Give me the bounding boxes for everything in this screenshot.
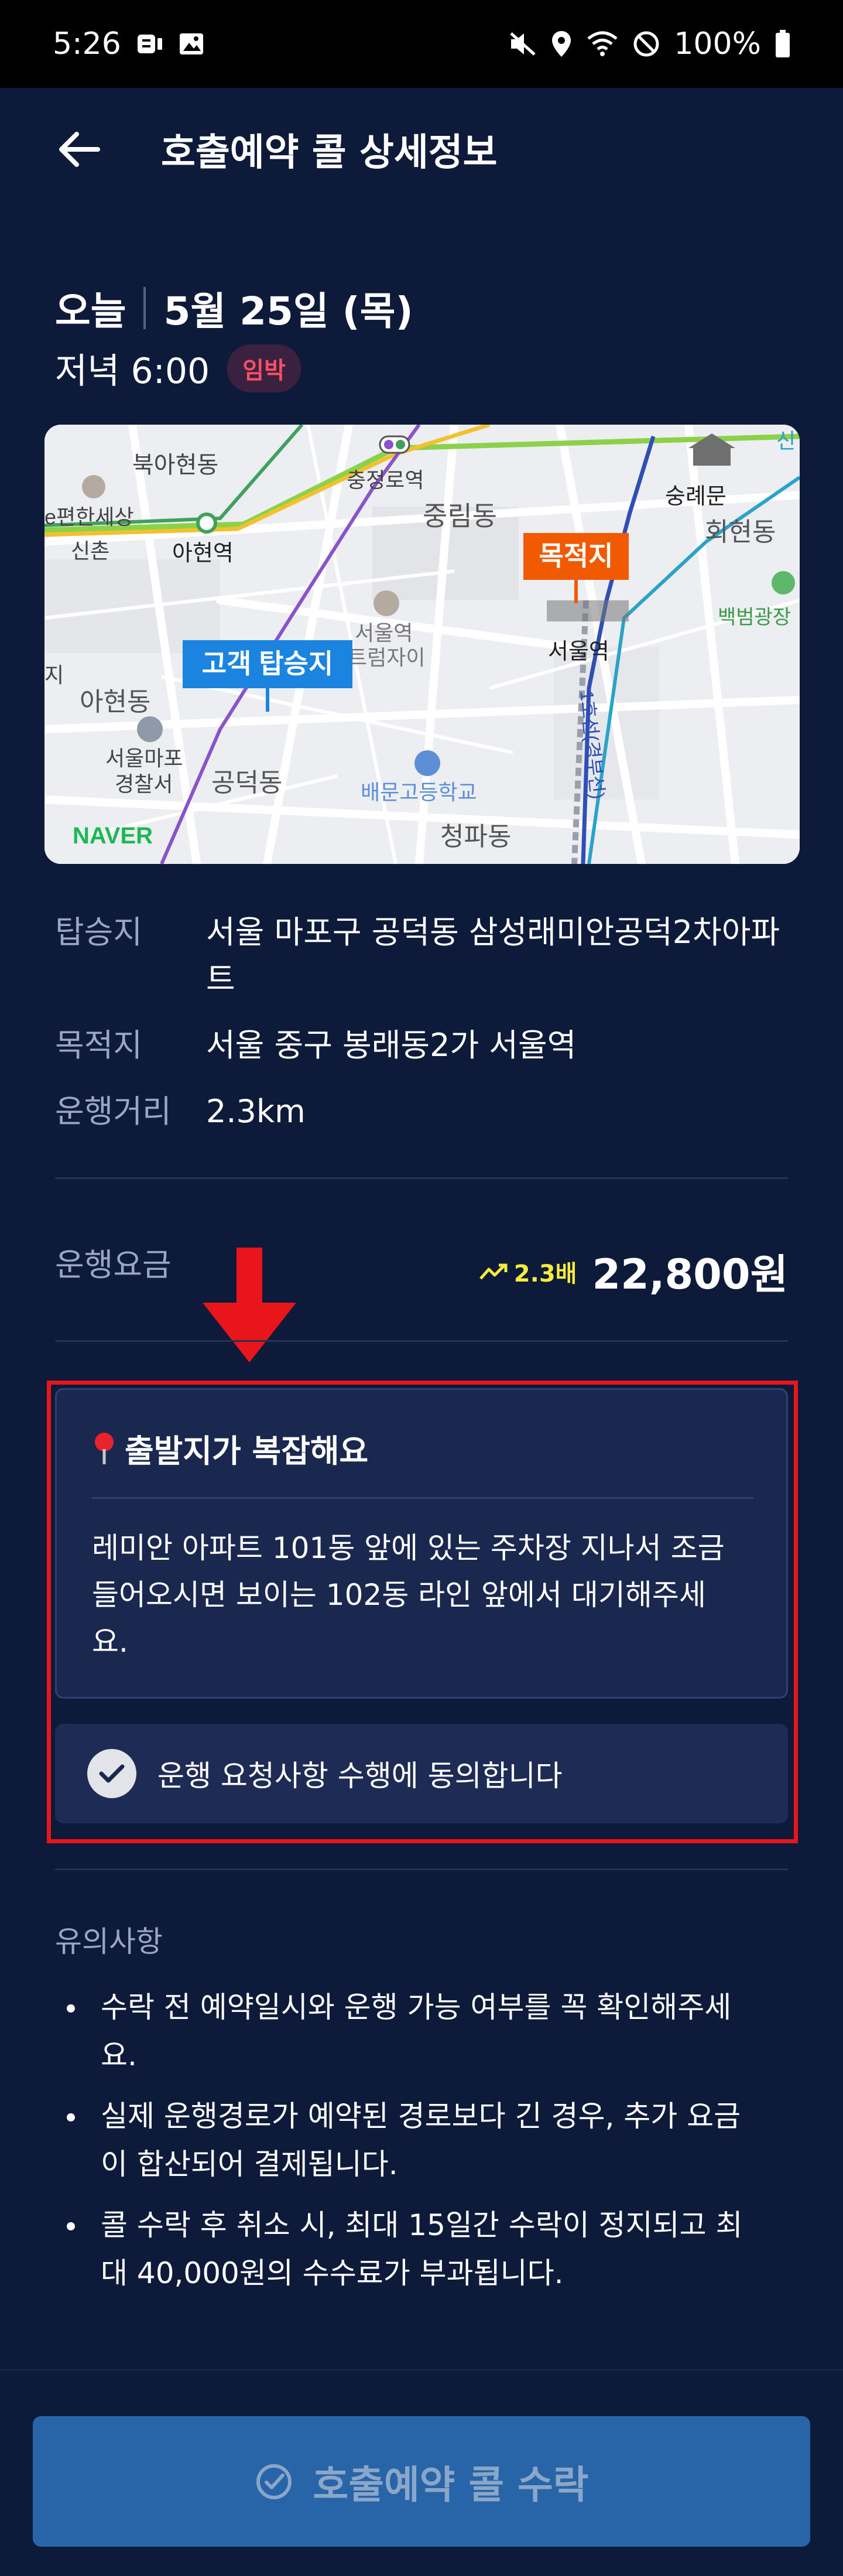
map-label-sin: 신 (776, 429, 796, 453)
urgent-badge: 임박 (227, 344, 301, 392)
notice-body-line1: 레미안 아파트 101동 앞에 있는 주차장 지나서 조금 (92, 1531, 725, 1565)
date-value: 5월 25일 (목) (163, 289, 413, 334)
agreement-label: 운행 요청사항 수행에 동의합니다 (157, 1759, 563, 1793)
pickup-address-line1: 서울 마포구 공덕동 삼성래미안공덕2차아파 (206, 914, 780, 951)
map-label-seoul-station-tower: 서울역 (355, 621, 413, 645)
notice-divider (92, 1497, 753, 1499)
destination-address: 서울 중구 봉래동2가 서울역 (206, 1027, 577, 1064)
map-label-hoehyeon: 회현동 (705, 518, 776, 546)
status-bar: 5:26 100% (0, 0, 843, 88)
notice-body: 레미안 아파트 101동 앞에 있는 주차장 지나서 조금 들어오시면 보이는 … (92, 1525, 759, 1665)
back-button[interactable] (56, 123, 108, 176)
caution-item-line1: 실제 운행경로가 예약된 경로보다 긴 경우, 추가 요금 (101, 2099, 741, 2133)
map-label-ji: 지 (44, 663, 64, 687)
battery-icon (775, 30, 790, 58)
surge-value: 2.3배 (513, 1260, 577, 1287)
arrow-left-icon (59, 132, 100, 167)
pickup-notice-card: 출발지가 복잡해요 레미안 아파트 101동 앞에 있는 주차장 지나서 조금 … (55, 1388, 788, 1699)
caution-item-line2: 대 40,000원의 수수료가 부과됩니다. (101, 2256, 564, 2290)
accept-button-label: 호출예약 콜 수락 (313, 2462, 589, 2507)
dual-sim-icon (136, 32, 163, 56)
map-label-baemun: 배문고등학교 (361, 780, 477, 804)
do-not-disturb-icon (633, 30, 660, 57)
map-label-pyeonhan: e편한세상 (44, 505, 134, 529)
battery-percent: 100% (674, 26, 761, 62)
status-time: 5:26 (53, 26, 121, 62)
map-label-cheongpa: 청파동 (440, 822, 511, 851)
check-circle-icon (256, 2464, 292, 2499)
notice-title: 출발지가 복잡해요 (92, 1425, 368, 1471)
pickup-address: 서울 마포구 공덕동 삼성래미안공덕2차아파 트 (206, 909, 780, 1003)
map-label-mapo-police-1: 서울마포 (105, 746, 183, 770)
caution-item: 콜 수락 후 취소 시, 최대 15일간 수락이 정지되고 최 대 40,000… (55, 2201, 787, 2297)
distance-row: 운행거리 2.3km (55, 1088, 793, 1135)
map-label-bukahyeon: 북아현동 (132, 452, 218, 478)
caution-item-line2: 요. (101, 2038, 137, 2072)
fare-label: 운행요금 (55, 1246, 172, 1283)
agreement-checkbox[interactable]: 운행 요청사항 수행에 동의합니다 (55, 1724, 788, 1823)
date-divider (143, 287, 146, 329)
wifi-icon (586, 30, 619, 57)
divider (55, 1340, 788, 1342)
map-label-sinchon: 신촌 (71, 539, 109, 563)
caution-item: 실제 운행경로가 예약된 경로보다 긴 경우, 추가 요금 이 합산되어 결제됩… (55, 2092, 787, 2188)
accept-reservation-button[interactable]: 호출예약 콜 수락 (33, 2416, 810, 2547)
distance-value: 2.3km (206, 1093, 306, 1130)
annotation-arrow-icon (203, 1248, 296, 1367)
notice-title-text: 출발지가 복잡해요 (125, 1433, 369, 1470)
map-label-gongdeok: 공덕동 (211, 768, 282, 797)
reservation-date: 오늘 5월 25일 (목) (55, 280, 413, 336)
caution-item-line2: 이 합산되어 결제됩니다. (101, 2147, 398, 2181)
pickup-label-text: 탑승지 (55, 914, 143, 951)
pickup-address-line2: 트 (206, 961, 235, 997)
destination-label-text: 목적지 (55, 1027, 143, 1064)
app-header: 호출예약 콜 상세정보 (0, 88, 843, 211)
map-label-trade: 트럼자이 (348, 645, 425, 669)
map-label-jungnim: 중림동 (423, 501, 497, 531)
gallery-icon (179, 32, 204, 56)
location-icon (551, 30, 572, 58)
map-label-mapo-police-2: 경찰서 (115, 772, 173, 796)
map-label-baekbeom: 백범광장 (718, 606, 791, 628)
map-label-seoul-station: 서울역 (548, 640, 609, 664)
destination-row: 목적지 서울 중구 봉래동2가 서울역 (55, 1022, 793, 1069)
divider (55, 1177, 788, 1179)
destination-label: 목적지 (539, 541, 614, 571)
notice-body-line3: 요. (92, 1625, 128, 1659)
page-title: 호출예약 콜 상세정보 (161, 131, 498, 175)
distance-label-text: 운행거리 (55, 1093, 172, 1130)
pickup-row: 탑승지 서울 마포구 공덕동 삼성래미안공덕2차아파 트 (55, 909, 793, 1003)
route-map[interactable]: 북아현동 충정로역 e편한세상 신촌 아현역 중림동 숭례문 회현동 백범광장 … (44, 425, 800, 864)
naver-logo: NAVER (73, 823, 153, 849)
map-canvas: 북아현동 충정로역 e편한세상 신촌 아현역 중림동 숭례문 회현동 백범광장 … (44, 425, 800, 864)
surge-multiplier: 2.3배 (479, 1255, 577, 1289)
fare-info: 2.3배 22,800원 (479, 1242, 788, 1301)
trend-up-icon (479, 1263, 508, 1280)
map-label-chungjeongno: 충정로역 (347, 468, 424, 492)
caution-title: 유의사항 (55, 1925, 163, 1959)
map-label-ahyeon-station: 아현역 (172, 541, 234, 566)
caution-item-line1: 수락 전 예약일시와 운행 가능 여부를 꼭 확인해주세 (101, 1990, 732, 2024)
reservation-time: 저녁 6:00 임박 (55, 343, 301, 394)
pin-icon (95, 1432, 114, 1464)
mute-icon (509, 31, 537, 57)
pickup-label: 고객 탑승지 (202, 648, 333, 679)
caution-item: 수락 전 예약일시와 운행 가능 여부를 꼭 확인해주세 요. (55, 1983, 787, 2079)
notice-body-line2: 들어오시면 보이는 102동 라인 앞에서 대기해주세 (92, 1578, 706, 1612)
caution-list: 수락 전 예약일시와 운행 가능 여부를 꼭 확인해주세 요. 실제 운행경로가… (55, 1983, 787, 2310)
check-icon (87, 1749, 136, 1798)
map-label-ahyeon-dong: 아현동 (80, 688, 150, 716)
map-label-sungnyemun: 숭례문 (665, 484, 727, 509)
fare-amount: 22,800원 (592, 1251, 788, 1299)
divider (55, 1868, 788, 1870)
caution-item-line1: 콜 수락 후 취소 시, 최대 15일간 수락이 정지되고 최 (101, 2208, 743, 2242)
date-day: 오늘 (55, 289, 126, 334)
time-value: 저녁 6:00 (55, 351, 210, 392)
